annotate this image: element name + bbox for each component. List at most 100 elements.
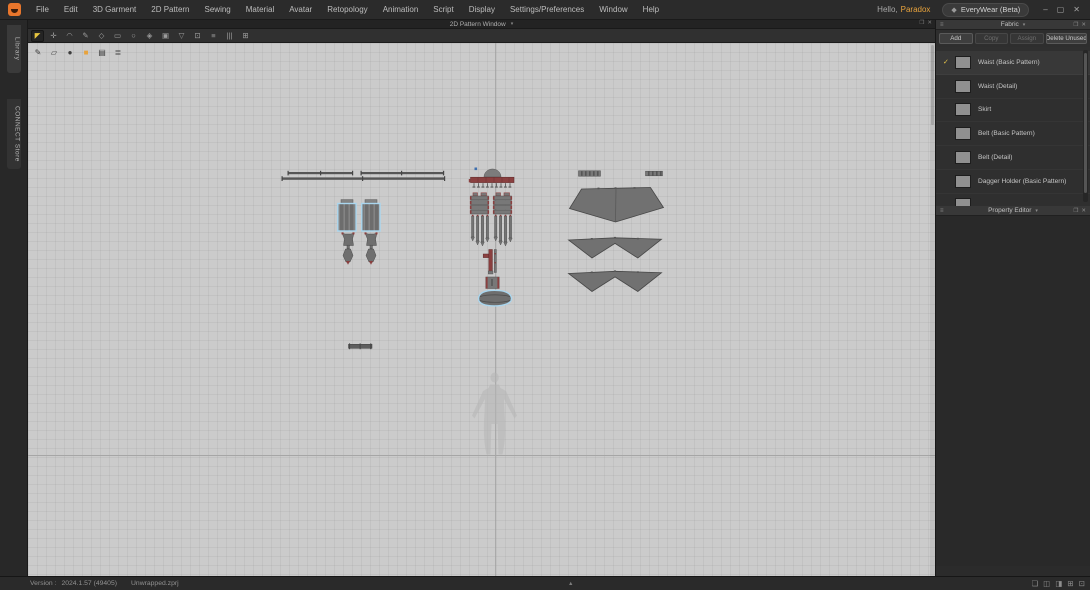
fabric-swatch[interactable] [955, 151, 971, 165]
waist-panel-patterns[interactable] [337, 199, 381, 232]
create-rectangle-tool[interactable]: ▭ [111, 30, 124, 42]
app-logo-icon [8, 3, 21, 16]
buckle-pattern[interactable] [485, 276, 500, 289]
property-editor-header: ≡ Property Editor ▾ ❐ ✕ [936, 206, 1090, 216]
edit-pattern-tool[interactable]: ✛ [47, 30, 60, 42]
pattern-outline-tool[interactable]: ▱ [48, 47, 60, 58]
delete-unused-fabric-button[interactable]: Delete Unused [1045, 33, 1087, 44]
create-internal-rectangle-tool[interactable]: ▣ [159, 30, 172, 42]
expand-statusbar-icon[interactable]: ▲ [568, 581, 573, 587]
username[interactable]: Paradox [901, 5, 931, 14]
fabric-list-item[interactable]: Dagger Holder (Basic Pattern) [936, 170, 1090, 194]
pouch-stack-patterns[interactable] [469, 192, 513, 215]
fabric-list-item[interactable]: ✓ Waist (Basic Pattern) [936, 51, 1090, 75]
copy-fabric-button[interactable]: Copy [974, 33, 1009, 44]
fabric-swatch[interactable] [955, 174, 971, 188]
fabric-list-item[interactable]: Belt (Detail) [936, 146, 1090, 170]
fabric-list-item[interactable]: Waist (Detail) [936, 75, 1090, 99]
skirt-waistband-tabs[interactable] [578, 170, 663, 177]
menu-edit[interactable]: Edit [63, 3, 79, 16]
fabric-panel-title[interactable]: Fabric ▾ [936, 21, 1090, 28]
fabric-panel-header: ≡ Fabric ▾ ❐ ✕ [936, 20, 1090, 30]
fabric-list-item-partial[interactable] [936, 194, 1090, 206]
menu-file[interactable]: File [35, 3, 50, 16]
restore-button[interactable]: ▢ [1057, 5, 1065, 14]
menu-material[interactable]: Material [245, 3, 275, 16]
trace-tool[interactable]: ⊡ [191, 30, 204, 42]
status-bar: Version : 2024.1.57 (49405) Unwrapped.zp… [0, 576, 1090, 590]
skirt-side-patterns[interactable] [567, 236, 663, 292]
skirt-front-pattern[interactable] [568, 187, 665, 223]
menu-animation[interactable]: Animation [382, 3, 420, 16]
belt-strip-patterns[interactable] [281, 170, 446, 181]
fabric-swatch[interactable] [955, 197, 971, 206]
everywear-logo-icon: ◆ [951, 6, 957, 14]
close-view-icon[interactable]: ✕ [927, 20, 932, 26]
stamp-tool[interactable]: ▤ [96, 47, 108, 58]
assign-fabric-button[interactable]: Assign [1010, 33, 1044, 44]
fabric-list-scrollbar[interactable] [1083, 50, 1088, 202]
property-editor-title[interactable]: Property Editor ▾ [936, 207, 1090, 214]
menu-retopology[interactable]: Retopology [326, 3, 368, 16]
transform-pattern-tool[interactable]: ◤ [31, 29, 44, 42]
version-label: Version : [30, 580, 57, 587]
dagger-holder-pattern[interactable] [482, 249, 497, 275]
float-view-icon[interactable]: ❐ [919, 20, 924, 26]
fabric-panel-close-icon[interactable]: ✕ [1081, 22, 1086, 28]
menu-sewing[interactable]: Sewing [204, 3, 232, 16]
fabric-panel-caret-icon: ▾ [1022, 22, 1026, 28]
menu-2d-pattern[interactable]: 2D Pattern [150, 3, 190, 16]
menu-script[interactable]: Script [432, 3, 454, 16]
menu-avatar[interactable]: Avatar [288, 3, 313, 16]
belt-detail-pattern[interactable] [468, 167, 515, 188]
fabric-swatch[interactable] [955, 55, 971, 69]
add-point-tool[interactable]: ✎ [79, 30, 92, 42]
everywear-badge[interactable]: ◆ EveryWear (Beta) [942, 2, 1030, 17]
fabric-swatch[interactable] [955, 127, 971, 141]
add-fabric-button[interactable]: Add [939, 33, 973, 44]
create-internal-polygon-tool[interactable]: ◈ [143, 30, 156, 42]
fabric-panel-float-icon[interactable]: ❐ [1073, 22, 1078, 28]
create-polygon-tool[interactable]: ◇ [95, 30, 108, 42]
view-tab-title[interactable]: 2D Pattern Window [450, 21, 506, 28]
fabric-swatch-tool[interactable]: ■ [80, 47, 92, 58]
brush-tool[interactable]: ● [64, 47, 76, 58]
pattern-canvas[interactable]: ✎ ▱ ● ■ ▤ ≣ [28, 43, 935, 576]
close-button[interactable]: ✕ [1073, 5, 1080, 14]
menu-display[interactable]: Display [468, 3, 496, 16]
fabric-list-item[interactable]: Skirt [936, 99, 1090, 123]
menu-3d-garment[interactable]: 3D Garment [92, 3, 138, 16]
small-strip-pattern[interactable] [348, 343, 373, 350]
layout-side-pane-icon[interactable]: ◨ [1055, 579, 1062, 588]
selected-curved-pattern[interactable] [477, 289, 513, 307]
create-circle-tool[interactable]: ○ [127, 30, 140, 42]
user-greeting: Hello, Paradox [877, 5, 931, 14]
layout-custom-icon[interactable]: ⊡ [1079, 579, 1085, 588]
waist-detail-patterns[interactable] [341, 232, 378, 265]
seam-allowance-tool[interactable]: ≡ [207, 30, 220, 42]
canvas-quick-toolbar: ✎ ▱ ● ■ ▤ ≣ [32, 47, 124, 58]
strap-patterns[interactable] [470, 214, 513, 247]
fabric-swatch[interactable] [955, 79, 971, 93]
edit-curvature-tool[interactable]: ◠ [63, 30, 76, 42]
menu-help[interactable]: Help [642, 3, 660, 16]
menu-window[interactable]: Window [598, 3, 628, 16]
sidebar-tab-connect-store[interactable]: CONNECT Store [6, 99, 21, 169]
fabric-swatch[interactable] [955, 103, 971, 117]
layout-single-icon[interactable]: ❏ [1031, 579, 1038, 588]
property-editor-float-icon[interactable]: ❐ [1073, 208, 1078, 214]
minimize-button[interactable]: – [1043, 5, 1047, 14]
layout-quad-icon[interactable]: ⊞ [1067, 579, 1073, 588]
layout-two-pane-icon[interactable]: ◫ [1043, 579, 1050, 588]
property-editor-close-icon[interactable]: ✕ [1081, 208, 1086, 214]
edit-texture-tool[interactable]: ✎ [32, 47, 44, 58]
fabric-list-item[interactable]: Belt (Basic Pattern) [936, 122, 1090, 146]
dart-tool[interactable]: ▽ [175, 30, 188, 42]
view-tab-caret-icon[interactable]: ▾ [511, 21, 514, 27]
main-menu: File Edit 3D Garment 2D Pattern Sewing M… [35, 3, 660, 16]
menu-settings-preferences[interactable]: Settings/Preferences [509, 3, 585, 16]
show-measurements-tool[interactable]: ⊞ [239, 30, 252, 42]
sidebar-tab-library[interactable]: Library [6, 25, 21, 73]
print-layout-tool[interactable]: ≣ [112, 47, 124, 58]
grading-tool[interactable]: ||| [223, 30, 236, 42]
